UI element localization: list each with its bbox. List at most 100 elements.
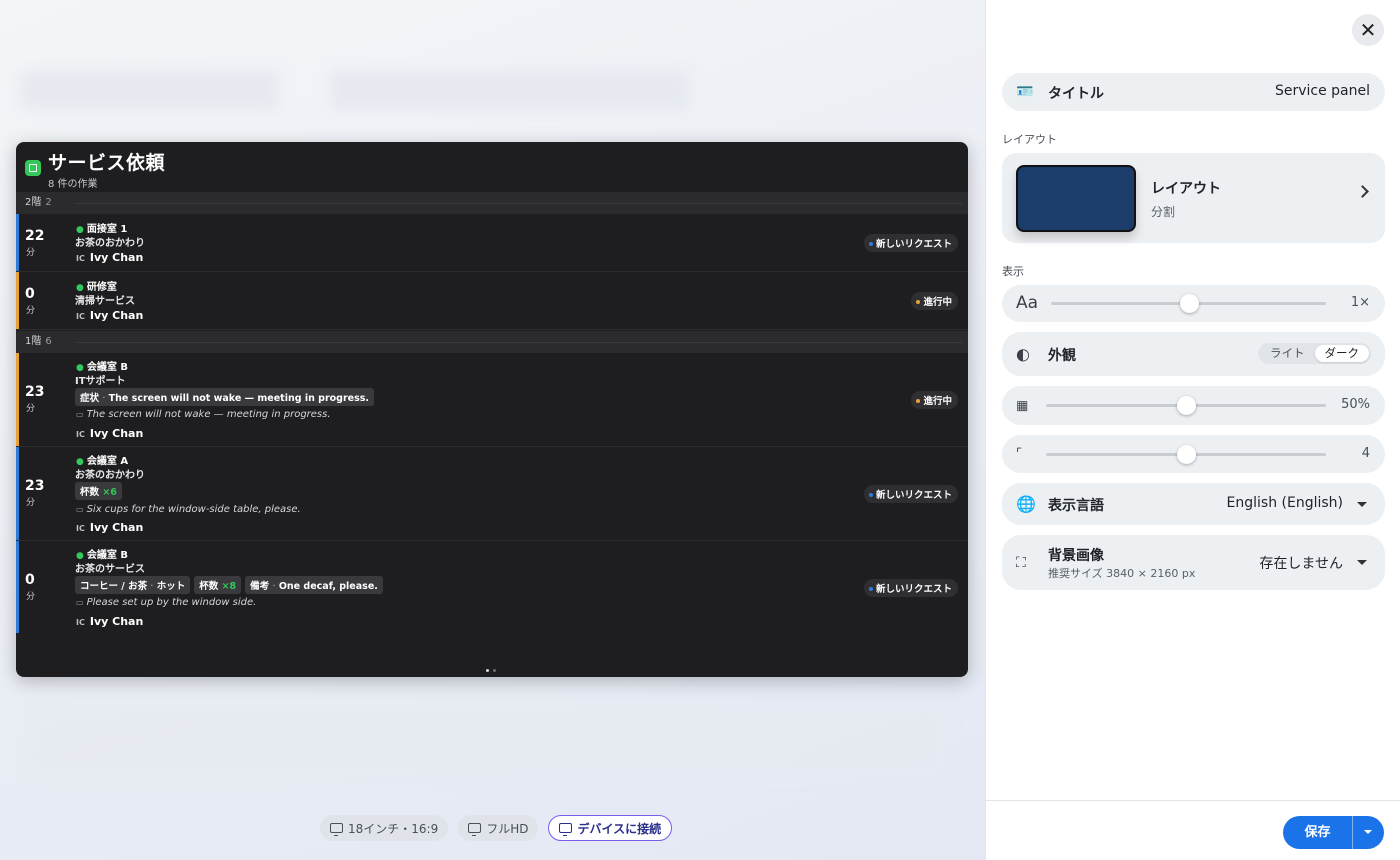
assignee: IC Ivy Chan (76, 615, 144, 628)
language-select[interactable]: 🌐 表示言語 English (English) (1002, 483, 1385, 525)
resolution-chip[interactable]: フルHD (458, 815, 539, 841)
device-options: 18インチ・16:9 フルHD デバイスに接続 (320, 815, 673, 841)
request-details: コーヒー / お茶 · ホット 杯数 ×8 備考 · One decaf, pl… (75, 576, 383, 594)
request-row[interactable]: 22 分 ● 面接室 1 お茶のおかわり IC Ivy Chan 新しいリクエスト (16, 214, 968, 272)
background-image-value[interactable]: 存在しません (1259, 553, 1343, 573)
room-name: ● 会議室 B (76, 550, 128, 561)
layout-selector[interactable]: レイアウト 分割 (1002, 153, 1385, 243)
floor-name: 1階 (25, 336, 42, 347)
service-preview-card: サービス依頼 8 件の作業 2階 2 22 分 ● 面接室 1 お茶のおかわり IC… (16, 142, 968, 677)
elapsed-minutes: 23 (25, 478, 45, 494)
minutes-unit: 分 (26, 306, 36, 316)
screen-size-chip[interactable]: 18インチ・16:9 (320, 815, 449, 841)
preview-subtitle: 8 件の作業 (48, 179, 98, 190)
minutes-unit: 分 (26, 498, 36, 508)
status-badge: 進行中 (911, 391, 958, 409)
room-name: ● 研修室 (76, 282, 117, 293)
floor-count: 2 (45, 197, 52, 208)
chevron-down-icon (1357, 502, 1367, 507)
request-row[interactable]: 23 分 ● 会議室 A お茶のおかわり 杯数 ×6 ▭ Six cups for … (16, 447, 968, 541)
status-badge: 新しいリクエスト (863, 579, 958, 597)
appearance-label: 外観 (1048, 348, 1076, 364)
floor-header: 2階 2 (16, 192, 968, 214)
slider-knob[interactable] (1179, 294, 1199, 313)
room-name: ● 面接室 1 (76, 224, 128, 235)
request-row[interactable]: 23 分 ● 会議室 B ITサポート 症状 · The screen will … (16, 353, 968, 447)
comment-icon: ▭ (76, 598, 84, 607)
corner-radius-slider[interactable] (1046, 445, 1326, 464)
globe-icon: 🌐 (1016, 494, 1036, 514)
monitor-icon (468, 823, 482, 836)
request-note: ▭ Six cups for the window-side table, ple… (76, 504, 301, 515)
opacity-slider[interactable] (1046, 396, 1326, 415)
close-button[interactable]: ✕ (1352, 14, 1384, 46)
floor-count: 6 (45, 336, 52, 347)
detail-chip: 備考 · One decaf, please. (245, 576, 383, 594)
page-dot[interactable] (493, 669, 496, 672)
preview-background: サービス依頼 8 件の作業 2階 2 22 分 ● 面接室 1 お茶のおかわり IC… (0, 0, 985, 860)
detail-chip: 症状 · The screen will not wake — meeting … (75, 388, 375, 406)
page-dot-active[interactable] (486, 669, 489, 672)
elapsed-minutes: 0 (25, 286, 35, 302)
slider-knob[interactable] (1177, 396, 1196, 415)
elapsed-minutes: 23 (25, 384, 45, 400)
image-icon: ⛶ (1016, 554, 1026, 571)
elapsed-minutes: 22 (25, 228, 45, 244)
title-field[interactable]: 🪪 タイトル Service panel (1002, 73, 1385, 111)
service-type: 清掃サービス (75, 296, 135, 307)
contrast-icon: ◐ (1016, 344, 1030, 364)
appearance-option-dark[interactable]: ダーク (1314, 345, 1369, 362)
layout-section-label: レイアウト (1002, 133, 1057, 146)
layout-name: レイアウト (1151, 181, 1221, 197)
request-row[interactable]: 0 分 ● 研修室 清掃サービス IC Ivy Chan 進行中 (16, 272, 968, 330)
minutes-unit: 分 (26, 248, 36, 258)
corner-radius-control: ⌜ 4 (1002, 435, 1385, 473)
appearance-option-light[interactable]: ライト (1260, 345, 1315, 362)
opacity-icon: ▦ (1016, 398, 1029, 413)
layout-thumbnail (1016, 165, 1136, 232)
status-bar (16, 214, 19, 271)
request-note: ▭ Please set up by the window side. (76, 597, 257, 608)
settings-panel: ✕ 🪪 タイトル Service panel レイアウト レイアウト 分割 表示… (985, 0, 1400, 860)
chevron-down-icon (1357, 560, 1367, 565)
request-details: 杯数 ×6 (75, 482, 122, 500)
layout-type: 分割 (1151, 205, 1176, 219)
service-logo-icon (25, 160, 41, 176)
appearance-control: ◐ 外観 ライト ダーク (1002, 332, 1385, 376)
slider-knob[interactable] (1177, 445, 1196, 464)
blurred-app-bar (20, 70, 280, 110)
connect-device-button[interactable]: デバイスに接続 (548, 815, 673, 841)
font-size-control: Aa 1× (1002, 285, 1385, 322)
elapsed-minutes: 0 (25, 572, 35, 588)
detail-chip: コーヒー / お茶 · ホット (75, 576, 191, 594)
save-button[interactable]: 保存 (1283, 816, 1353, 849)
status-badge: 進行中 (911, 292, 958, 310)
font-size-slider[interactable] (1051, 294, 1326, 313)
blurred-footer (20, 700, 950, 780)
appearance-toggle[interactable]: ライト ダーク (1258, 343, 1371, 364)
corner-radius-value: 4 (1361, 446, 1370, 461)
panel-footer: 保存 (986, 800, 1400, 860)
service-type: お茶のおかわり (75, 238, 145, 249)
title-label: タイトル (1048, 86, 1104, 102)
assignee: IC Ivy Chan (76, 427, 144, 440)
close-icon: ✕ (1359, 18, 1377, 42)
minutes-unit: 分 (26, 404, 36, 414)
language-value[interactable]: English (English) (1227, 495, 1343, 511)
preview-title: サービス依頼 (48, 152, 166, 174)
id-card-icon: 🪪 (1016, 84, 1034, 100)
background-image-select[interactable]: ⛶ 背景画像 推奨サイズ 3840 × 2160 px 存在しません (1002, 535, 1385, 590)
assignee-initials: IC (76, 618, 85, 627)
page-indicator[interactable] (486, 669, 496, 672)
preview-header: サービス依頼 8 件の作業 (16, 142, 968, 192)
save-options-dropdown[interactable] (1353, 816, 1384, 849)
request-note: ▭ The screen will not wake — meeting in p… (76, 409, 331, 420)
minutes-unit: 分 (26, 592, 36, 602)
cast-icon (559, 823, 573, 836)
chevron-right-icon (1356, 185, 1369, 198)
request-row[interactable]: 0 分 ● 会議室 B お茶のサービス コーヒー / お茶 · ホット 杯数 ×8… (16, 541, 968, 633)
title-value[interactable]: Service panel (1275, 83, 1370, 99)
assignee-initials: IC (76, 430, 85, 439)
opacity-value: 50% (1341, 397, 1370, 412)
assignee: IC Ivy Chan (76, 309, 144, 322)
